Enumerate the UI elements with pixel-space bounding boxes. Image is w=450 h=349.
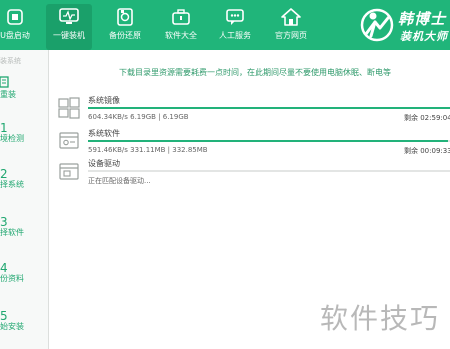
task-system-image-progress-text: 604.34KB/s 6.19GB | 6.19GB [88,113,189,121]
monitor-pulse-icon [58,6,80,28]
briefcase-icon [170,6,192,28]
chat-icon [224,6,246,28]
step-4-number: 4 [0,261,8,275]
task-system-software-progress-text: 591.46KB/s 331.11MB | 332.85MB [88,146,208,154]
brand-subtitle: 装机大师 [400,30,448,43]
nav-official-site[interactable]: 官方网页 [268,4,314,50]
brand-title: 韩博士 [398,10,447,28]
folder-icon [58,160,80,182]
step-2-label: 择系统 [0,180,24,189]
nav-usb-boot[interactable]: U盘启动 [0,4,38,50]
home-icon [280,6,302,28]
nav-manual-service[interactable]: 人工服务 [212,4,258,50]
step-reinstall: 重装 [0,76,48,100]
brand-mark-icon [358,6,396,44]
step-3: 3 择软件 [0,216,48,238]
task-system-image-progress-bar [88,107,450,109]
task-device-drivers-progress-text: 正在匹配设备驱动... [88,177,151,185]
nav-usb-boot-label: U盘启动 [0,31,30,40]
nav-software-center[interactable]: 软件大全 [158,4,204,50]
step-4-label: 份资料 [0,274,24,283]
task-device-drivers: 设备驱动 正在匹配设备驱动... [58,158,450,210]
task-system-software-progress-fill [88,140,449,142]
task-device-drivers-progress-bar [88,170,450,172]
step-reinstall-icon [0,76,48,90]
step-3-label: 择软件 [0,228,24,237]
nav-manual-service-label: 人工服务 [219,31,251,40]
task-system-image-remaining: 剩余 02:59:04 [404,114,450,122]
app-window-icon [58,130,80,152]
task-system-image-progress-fill [88,107,450,109]
download-notice: 下载目录里资源需要耗费一点时间，在此期间尽量不要使用电脑休眠、断电等 [119,68,391,77]
step-5-number: 5 [0,309,8,323]
step-2-number: 2 [0,167,8,181]
nav-backup-restore[interactable]: 备份还原 [102,4,148,50]
step-reinstall-label: 重装 [0,90,16,99]
task-system-software-title: 系统软件 [88,129,120,138]
step-1-number: 1 [0,121,8,135]
top-toolbar: U盘启动 一键装机 备份还原 软件大全 人工服务 官方网页 韩博士 装机大师 [0,0,450,50]
brand-logo: 韩博士 装机大师 [358,4,450,46]
nav-official-site-label: 官方网页 [275,31,307,40]
step-5: 5 始安装 [0,310,48,332]
task-system-image-title: 系统镜像 [88,96,120,105]
step-sidebar: 装系统 重装 1 境检测 2 择系统 3 择软件 4 份资料 5 始安装 [0,50,49,349]
task-system-software-remaining: 剩余 00:09:33 [404,147,450,155]
step-4: 4 份资料 [0,262,48,284]
nav-software-center-label: 软件大全 [165,31,197,40]
step-1: 1 境检测 [0,122,48,144]
task-system-software-progress-bar [88,140,450,142]
step-1-label: 境检测 [0,134,24,143]
nav-one-click-install[interactable]: 一键装机 [46,4,92,50]
windows-icon [58,97,80,119]
watermark: 软件技巧 [320,302,441,335]
step-5-label: 始安装 [0,322,24,331]
backup-icon [114,6,136,28]
step-3-number: 3 [0,215,8,229]
usb-icon [4,6,26,28]
nav-backup-restore-label: 备份还原 [109,31,141,40]
nav-one-click-install-label: 一键装机 [53,31,85,40]
step-2: 2 择系统 [0,168,48,190]
task-device-drivers-title: 设备驱动 [88,159,120,168]
sidebar-top-label: 装系统 [0,57,21,65]
